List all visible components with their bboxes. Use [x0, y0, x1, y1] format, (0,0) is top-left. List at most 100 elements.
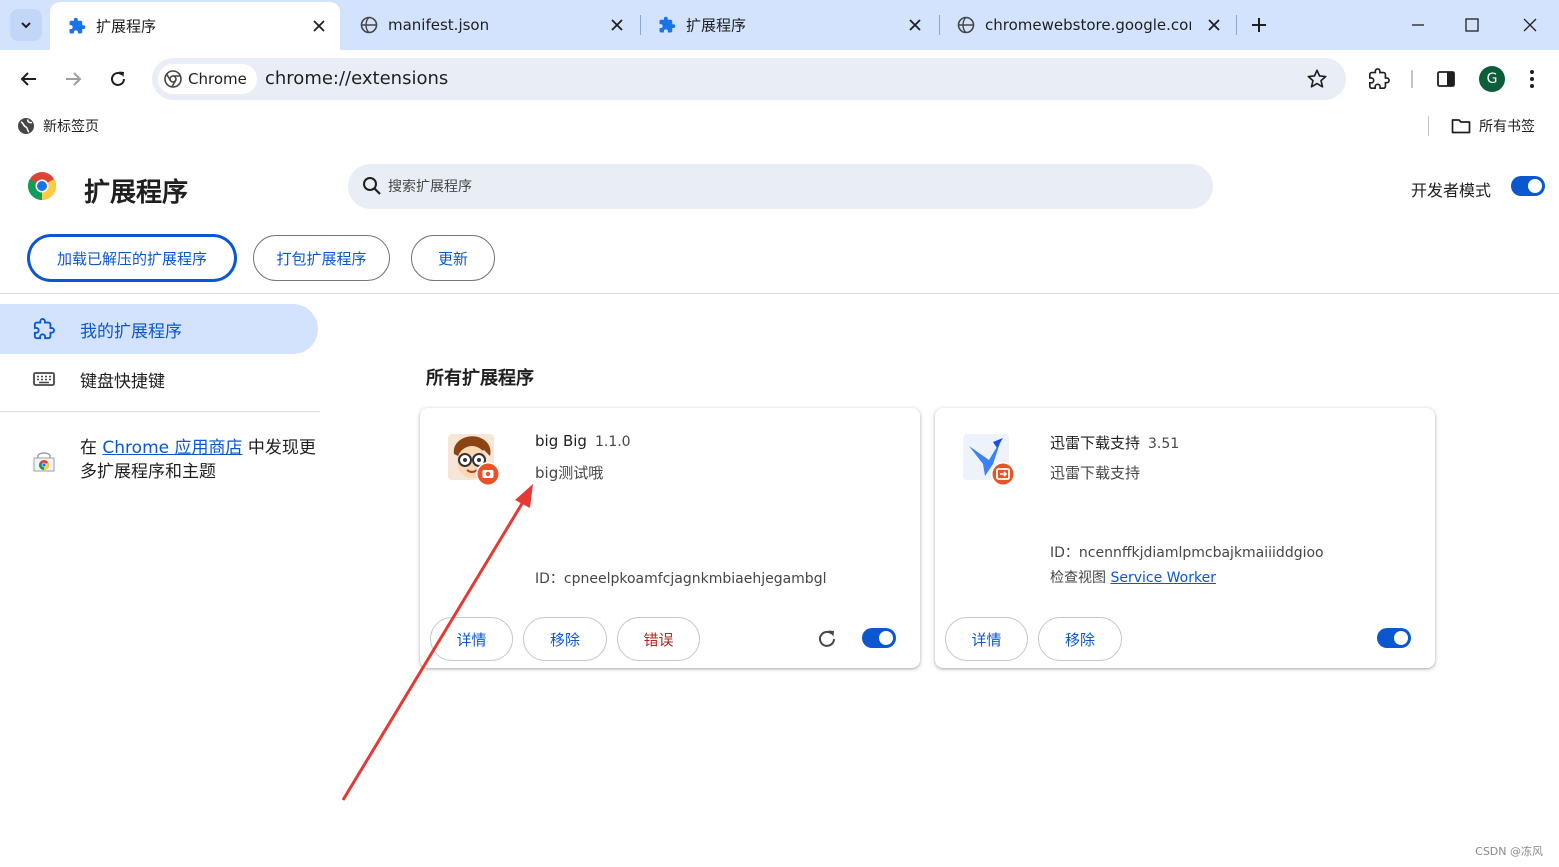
extension-version: 1.1.0	[594, 434, 631, 450]
site-chip[interactable]: Chrome	[158, 64, 257, 94]
errors-button[interactable]: 错误	[617, 617, 700, 661]
reload-icon[interactable]	[816, 628, 838, 650]
extension-card-bigbig: big Big 1.1.0 big测试哦 ID：cpneelpkoamfcjagn…	[420, 408, 920, 668]
chrome-icon	[164, 70, 182, 88]
tab-separator	[1236, 15, 1237, 35]
bookmarks-bar: 新标签页 所有书签	[0, 108, 1559, 144]
remove-button[interactable]: 移除	[523, 617, 607, 661]
tab-title: 扩展程序	[96, 17, 157, 36]
bookmark-new-tab[interactable]: 新标签页	[17, 116, 99, 136]
extensions-menu-button[interactable]	[1363, 63, 1395, 95]
minimize-button[interactable]	[1390, 0, 1446, 50]
sidebar-item-label: 键盘快捷键	[80, 371, 165, 392]
extensions-header: 扩展程序 开发者模式 加载已解压的扩展程序 打包扩展程序 更新	[0, 144, 1559, 294]
extension-card-thunder: 迅雷下载支持 3.51 迅雷下载支持 ID：ncennffkjdiamlpmcba…	[935, 408, 1435, 668]
load-unpacked-button[interactable]: 加载已解压的扩展程序	[28, 235, 236, 281]
tab-manifest[interactable]: manifest.json	[342, 0, 638, 50]
globe-icon	[957, 16, 975, 34]
web-store-icon	[33, 452, 55, 472]
new-tab-button[interactable]	[1246, 12, 1272, 38]
close-icon[interactable]	[608, 16, 626, 34]
keyboard-icon	[32, 367, 56, 391]
reload-button[interactable]	[102, 63, 134, 95]
side-panel-icon	[1437, 71, 1455, 87]
sidebar-item-keyboard-shortcuts[interactable]: 键盘快捷键	[0, 354, 318, 404]
tab-title: manifest.json	[388, 16, 490, 34]
search-icon	[363, 177, 381, 195]
globe-icon	[18, 118, 34, 134]
toolbar: Chrome chrome://extensions	[0, 50, 1559, 108]
close-icon[interactable]	[310, 17, 328, 35]
dev-mode-toggle[interactable]	[1511, 176, 1545, 196]
chrome-menu-button[interactable]	[1516, 63, 1548, 95]
sidebar-item-label: 我的扩展程序	[80, 321, 182, 342]
web-store-promo: 在 Chrome 应用商店 中发现更多扩展程序和主题	[80, 436, 320, 484]
puzzle-icon	[1369, 68, 1390, 89]
folder-icon	[1451, 119, 1471, 134]
service-worker-link[interactable]: Service Worker	[1110, 570, 1216, 586]
extension-enable-toggle[interactable]	[862, 628, 896, 648]
minimize-icon	[1412, 24, 1424, 26]
tab-title: chromewebstore.google.com	[985, 16, 1191, 34]
all-bookmarks-label: 所有书签	[1479, 119, 1535, 135]
inspect-views-label: 检查视图	[1050, 570, 1111, 586]
sidebar-item-my-extensions[interactable]: 我的扩展程序	[0, 304, 318, 354]
section-title: 所有扩展程序	[426, 368, 534, 389]
chrome-logo-icon	[28, 172, 56, 200]
chevron-down-icon	[21, 22, 31, 29]
back-button[interactable]	[13, 63, 45, 95]
arrow-left-icon	[20, 72, 36, 86]
globe-icon	[360, 16, 378, 34]
remove-button[interactable]: 移除	[1038, 617, 1122, 661]
inspect-views: 检查视图 Service Worker	[1050, 567, 1216, 587]
plus-icon	[1252, 18, 1266, 32]
toolbar-divider	[1411, 70, 1413, 88]
site-chip-label: Chrome	[188, 70, 247, 88]
update-button[interactable]: 更新	[411, 235, 495, 281]
extension-icon	[32, 317, 56, 341]
all-bookmarks-button[interactable]: 所有书签	[1451, 116, 1535, 136]
arrow-right-icon	[66, 72, 82, 86]
tab-search-button[interactable]	[10, 9, 42, 41]
bigbig-extension-icon	[448, 434, 500, 486]
side-panel-button[interactable]	[1430, 63, 1462, 95]
extension-name: big Big	[535, 432, 587, 450]
sidebar: 我的扩展程序 键盘快捷键 在 Chrome 应用商店 中发现更多扩展程序和主题	[0, 295, 320, 867]
dev-mode-label: 开发者模式	[1411, 181, 1492, 200]
extension-description: big测试哦	[535, 464, 604, 482]
extension-name: 迅雷下载支持	[1050, 434, 1141, 452]
tab-extensions[interactable]: 扩展程序	[640, 0, 936, 50]
close-window-button[interactable]	[1502, 0, 1558, 50]
extension-description: 迅雷下载支持	[1050, 464, 1141, 482]
avatar[interactable]: G	[1479, 66, 1505, 92]
extension-id: ID：cpneelpkoamfcjagnkmbiaehjegambgl	[535, 571, 827, 587]
watermark: CSDN @冻风	[1475, 845, 1543, 858]
page-title: 扩展程序	[84, 178, 189, 208]
url-text[interactable]: chrome://extensions	[265, 68, 448, 89]
search-input[interactable]	[388, 164, 1188, 209]
forward-button[interactable]	[57, 63, 89, 95]
bookmark-separator	[1428, 116, 1429, 136]
puzzle-icon	[658, 16, 676, 34]
promo-prefix: 在	[80, 438, 103, 458]
tab-title: 扩展程序	[686, 16, 747, 35]
details-button[interactable]: 详情	[430, 617, 513, 661]
bookmark-label: 新标签页	[43, 119, 99, 135]
extension-name-row: 迅雷下载支持 3.51	[1050, 432, 1179, 453]
tab-extensions-active[interactable]: 扩展程序	[50, 2, 340, 50]
tab-strip: 扩展程序 manifest.json 扩展程序 chromewebstore.g…	[0, 0, 1559, 50]
maximize-button[interactable]	[1444, 0, 1500, 50]
puzzle-icon	[68, 17, 86, 35]
sidebar-divider	[0, 411, 320, 412]
extension-enable-toggle[interactable]	[1377, 628, 1411, 648]
address-bar[interactable]: Chrome chrome://extensions	[152, 58, 1346, 100]
bookmark-star-icon[interactable]	[1306, 68, 1328, 90]
pack-extension-button[interactable]: 打包扩展程序	[253, 235, 390, 281]
web-store-link[interactable]: Chrome 应用商店	[102, 438, 242, 458]
search-box[interactable]	[348, 164, 1213, 209]
close-icon[interactable]	[906, 16, 924, 34]
details-button[interactable]: 详情	[945, 617, 1028, 661]
tab-webstore[interactable]: chromewebstore.google.com	[939, 0, 1235, 50]
close-icon[interactable]	[1205, 16, 1223, 34]
extension-name-row: big Big 1.1.0	[535, 432, 631, 450]
